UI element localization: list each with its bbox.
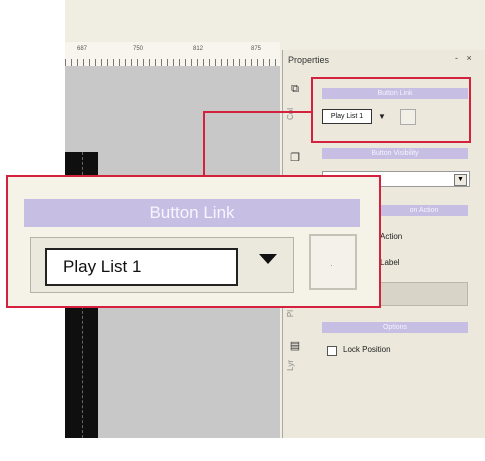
action-option[interactable]: Action (380, 232, 402, 241)
zoom-select-frame: Play List 1 (30, 237, 294, 293)
zoom-header: Button Link (24, 199, 360, 227)
options-header: Options (322, 322, 468, 333)
panel-window-buttons[interactable]: - × (455, 53, 475, 63)
callout-line (203, 111, 311, 113)
zoom-select-value[interactable]: Play List 1 (45, 248, 238, 286)
ruler-label: 687 (77, 46, 88, 52)
clipboard-icon[interactable]: ❐ (288, 152, 302, 164)
callout-line (203, 111, 205, 176)
zoom-browse-button[interactable]: · (309, 234, 357, 290)
tab-lyr[interactable]: Lyr (286, 360, 300, 371)
button-visibility-header: Button Visibility (322, 148, 468, 159)
dropdown-arrow-icon[interactable]: ▼ (454, 174, 467, 186)
ruler: 687 750 812 875 (65, 42, 280, 67)
layers-icon[interactable]: ▤ (288, 340, 302, 352)
tab-col[interactable]: Col (286, 108, 300, 120)
label-option[interactable]: Label (380, 258, 400, 267)
lock-position-label: Lock Position (343, 345, 391, 354)
zoom-callout: Button Link Play List 1 · (6, 175, 381, 308)
dropdown-arrow-icon[interactable] (259, 254, 277, 264)
tab-pl[interactable]: Pl (286, 310, 300, 317)
ruler-ticks (65, 59, 280, 66)
button-action-header: on Action (380, 205, 468, 216)
ruler-label: 875 (251, 46, 262, 52)
link-icon[interactable]: ⧉ (288, 83, 302, 95)
lock-position-checkbox[interactable] (327, 346, 337, 356)
ruler-label: 812 (193, 46, 204, 52)
dot-icon: · (330, 260, 333, 270)
panel-title: Properties (288, 55, 330, 65)
highlight-box (311, 77, 471, 143)
ruler-label: 750 (133, 46, 144, 52)
